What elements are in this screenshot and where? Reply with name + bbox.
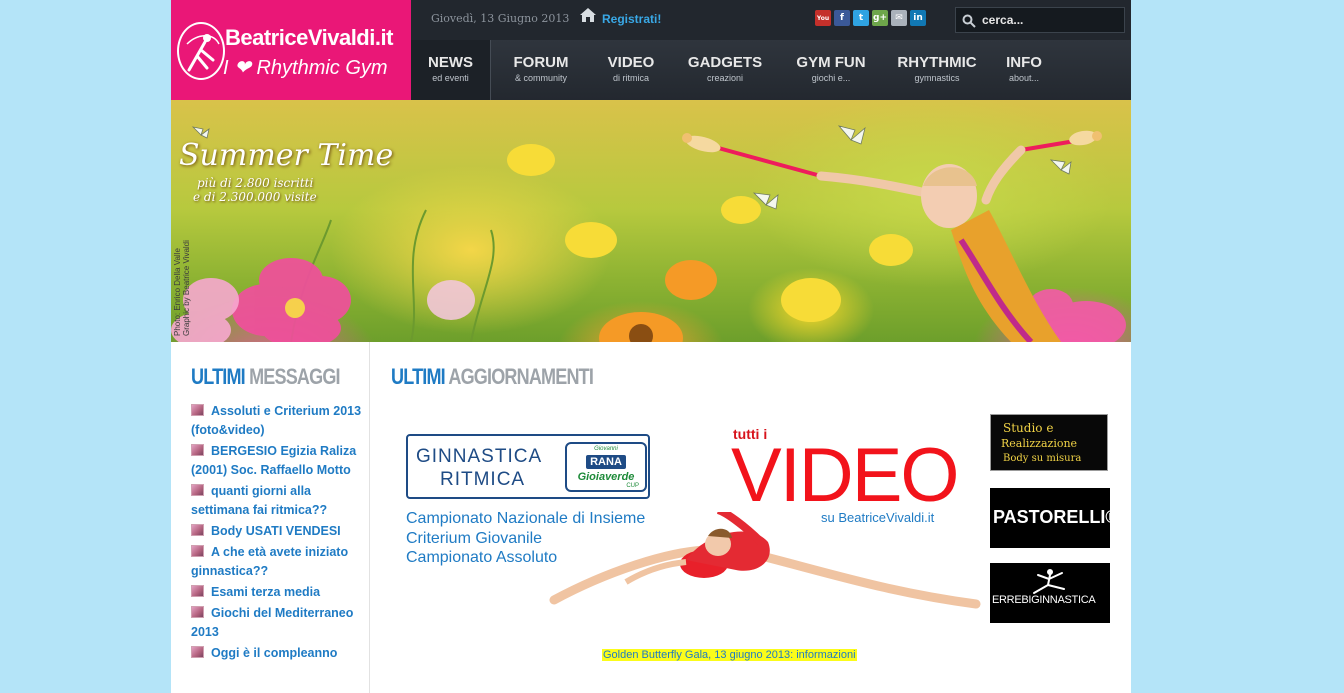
nav-rhythmic[interactable]: RHYTHMIC gymnastics [883, 40, 991, 100]
banner-title: Summer Time [179, 138, 394, 173]
logo-tagline: I ❤ Rhythmic Gym [223, 57, 388, 79]
ad-errebiginnastica[interactable]: ERREBIGINNASTICA [990, 563, 1110, 623]
message-link[interactable]: BERGESIO Egizia Raliza (2001) Soc. Raffa… [191, 444, 356, 477]
photo-credit: Photo: Enrico Della Valle Graphic by Bea… [173, 240, 191, 336]
nav-sublabel: giochi e... [811, 73, 851, 83]
nav-sublabel: about... [1008, 73, 1040, 83]
nav-label: NEWS [428, 54, 473, 71]
ginnastica-ritmica-logo: GINNASTICA RITMICA Giovanni RANA Gioiave… [406, 434, 650, 499]
youtube-icon[interactable]: You [815, 10, 831, 26]
latest-updates-title: ULTIMI AGGIORNAMENTI [391, 364, 594, 389]
latest-messages-title: ULTIMI MESSAGGI [191, 364, 341, 389]
news-link-golden-butterfly[interactable]: Golden Butterfly Gala, 13 giugno 2013: i… [602, 649, 857, 661]
latest-messages-list: Assoluti e Criterium 2013 (foto&video) BE… [191, 402, 366, 665]
site-logo[interactable]: BeatriceVivaldi.it I ❤ Rhythmic Gym [171, 0, 411, 100]
nav-info[interactable]: INFO about... [991, 40, 1057, 100]
nav-forum[interactable]: FORUM & community [491, 40, 591, 100]
message-link[interactable]: A che età avete iniziato ginnastica?? [191, 545, 348, 578]
user-avatar-icon [191, 606, 204, 618]
nav-sublabel: ed eventi [432, 73, 469, 83]
nav-sublabel: gymnastics [914, 73, 960, 83]
social-icons: You f t g+ ✉ in [815, 10, 926, 26]
nav-label: FORUM [513, 54, 569, 71]
message-item[interactable]: quanti giorni alla settimana fai ritmica… [191, 482, 366, 520]
google-plus-icon[interactable]: g+ [872, 10, 888, 26]
message-item[interactable]: Giochi del Mediterraneo 2013 [191, 604, 366, 642]
main-content: ULTIMI AGGIORNAMENTI GINNASTICA RITMICA … [371, 342, 1131, 693]
ad-pastorelli[interactable]: PASTORELLI® [990, 488, 1119, 548]
event-name: Campionato Assoluto [406, 549, 558, 566]
home-icon[interactable] [579, 7, 597, 23]
message-item[interactable]: Body USATI VENDESI [191, 522, 366, 541]
banner-stats-members: più di 2.800 iscritti [197, 176, 314, 190]
facebook-icon[interactable]: f [834, 10, 850, 26]
logo-title: BeatriceVivaldi.it [225, 25, 393, 50]
main-nav: NEWS ed eventi FORUM & community VIDEO di rit… [411, 40, 1131, 100]
page: BeatriceVivaldi.it I ❤ Rhythmic Gym Giov… [171, 0, 1131, 693]
search-icon[interactable] [962, 14, 976, 28]
message-link[interactable]: quanti giorni alla settimana fai ritmica… [191, 484, 327, 517]
rana-sponsor-logo: Giovanni RANA Gioiaverde CUP [565, 442, 647, 492]
user-avatar-icon [191, 444, 204, 456]
email-icon[interactable]: ✉ [891, 10, 907, 26]
nav-label: VIDEO [607, 54, 655, 71]
twitter-icon[interactable]: t [853, 10, 869, 26]
nav-sublabel: & community [514, 73, 567, 83]
nav-sublabel: di ritmica [612, 73, 649, 83]
nav-label: GYM FUN [796, 54, 866, 71]
video-site-label: su BeatriceVivaldi.it [821, 510, 935, 525]
top-bar: Giovedì, 13 Giugno 2013 Registrati! You f… [411, 0, 1131, 40]
nav-news[interactable]: NEWS ed eventi [411, 40, 491, 100]
ad-studio-body[interactable]: Studio e Realizzazione Body su misura [990, 414, 1108, 471]
heart-icon: ❤ [234, 57, 251, 79]
nav-label: RHYTHMIC [897, 54, 977, 71]
user-avatar-icon [191, 545, 204, 557]
nav-label: GADGETS [687, 54, 763, 71]
nav-gym-fun[interactable]: GYM FUN giochi e... [779, 40, 883, 100]
search-box[interactable] [955, 7, 1125, 33]
user-avatar-icon [191, 646, 204, 658]
message-item[interactable]: Assoluti e Criterium 2013 (foto&video) [191, 402, 366, 440]
message-item[interactable]: BERGESIO Egizia Raliza (2001) Soc. Raffa… [191, 442, 366, 480]
linkedin-icon[interactable]: in [910, 10, 926, 26]
current-date: Giovedì, 13 Giugno 2013 [431, 12, 570, 25]
nav-gadgets[interactable]: GADGETS creazioni [671, 40, 779, 100]
banner-illustration [171, 125, 1126, 342]
nav-sublabel: creazioni [706, 73, 744, 83]
message-link[interactable]: Body USATI VENDESI [211, 524, 341, 538]
message-link[interactable]: Esami terza media [211, 585, 320, 599]
sidebar: ULTIMI MESSAGGI Assoluti e Criterium 201… [171, 342, 370, 693]
register-link[interactable]: Registrati! [602, 12, 661, 26]
user-avatar-icon [191, 524, 204, 536]
nav-video[interactable]: VIDEO di ritmica [591, 40, 671, 100]
banner-stats-visits: e di 2.300.000 visite [193, 190, 317, 204]
user-avatar-icon [191, 585, 204, 597]
message-link[interactable]: Giochi del Mediterraneo 2013 [191, 606, 353, 639]
gymnast-logo-icon [177, 22, 225, 80]
event-name: Criterium Giovanile [406, 530, 543, 547]
hero-banner[interactable]: Summer Time più di 2.800 iscritti e di 2… [171, 100, 1131, 342]
nav-label: INFO [1006, 54, 1042, 71]
video-heading[interactable]: VIDEO [731, 436, 959, 516]
message-item[interactable]: Oggi è il compleanno [191, 644, 366, 663]
user-avatar-icon [191, 484, 204, 496]
message-link[interactable]: Oggi è il compleanno [211, 646, 337, 660]
message-link[interactable]: Assoluti e Criterium 2013 (foto&video) [191, 404, 361, 437]
gymnast-split-image [549, 512, 981, 609]
user-avatar-icon [191, 404, 204, 416]
search-input[interactable] [982, 11, 1120, 29]
message-item[interactable]: Esami terza media [191, 583, 366, 602]
gymnast-silhouette-icon [1033, 569, 1065, 594]
message-item[interactable]: A che età avete iniziato ginnastica?? [191, 543, 366, 581]
